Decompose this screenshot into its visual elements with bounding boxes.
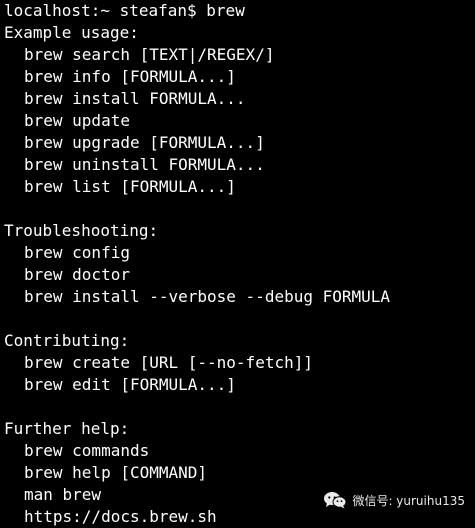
usage-line: brew upgrade [FORMULA...]: [24, 133, 265, 152]
help-line: brew commands: [24, 441, 150, 460]
section-heading-example-usage: Example usage:: [4, 23, 139, 42]
contributing-line: brew edit [FORMULA...]: [24, 375, 236, 394]
usage-line: brew install FORMULA...: [24, 89, 246, 108]
watermark-text: 微信号: yuruihu135: [352, 493, 465, 508]
usage-line: brew info [FORMULA...]: [24, 67, 236, 86]
section-heading-further-help: Further help:: [4, 419, 130, 438]
usage-line: brew list [FORMULA...]: [24, 177, 236, 196]
usage-line: brew search [TEXT|/REGEX/]: [24, 45, 275, 64]
troubleshooting-line: brew doctor: [24, 265, 130, 284]
troubleshooting-line: brew config: [24, 243, 130, 262]
help-line: brew help [COMMAND]: [24, 463, 208, 482]
docs-link[interactable]: https://docs.brew.sh: [4, 506, 475, 528]
usage-line: brew uninstall FORMULA...: [24, 155, 265, 174]
prompt-line: localhost:~ steafan$ brew: [4, 1, 245, 20]
terminal-window[interactable]: localhost:~ steafan$ brew Example usage:…: [0, 0, 475, 526]
wechat-icon: [323, 491, 347, 509]
troubleshooting-line: brew install --verbose --debug FORMULA: [24, 287, 391, 306]
contributing-line: brew create [URL [--no-fetch]]: [24, 353, 313, 372]
usage-line: brew update: [24, 111, 130, 130]
section-heading-contributing: Contributing:: [4, 331, 130, 350]
section-heading-troubleshooting: Troubleshooting:: [4, 221, 159, 240]
watermark: 微信号: yuruihu135: [323, 491, 465, 509]
